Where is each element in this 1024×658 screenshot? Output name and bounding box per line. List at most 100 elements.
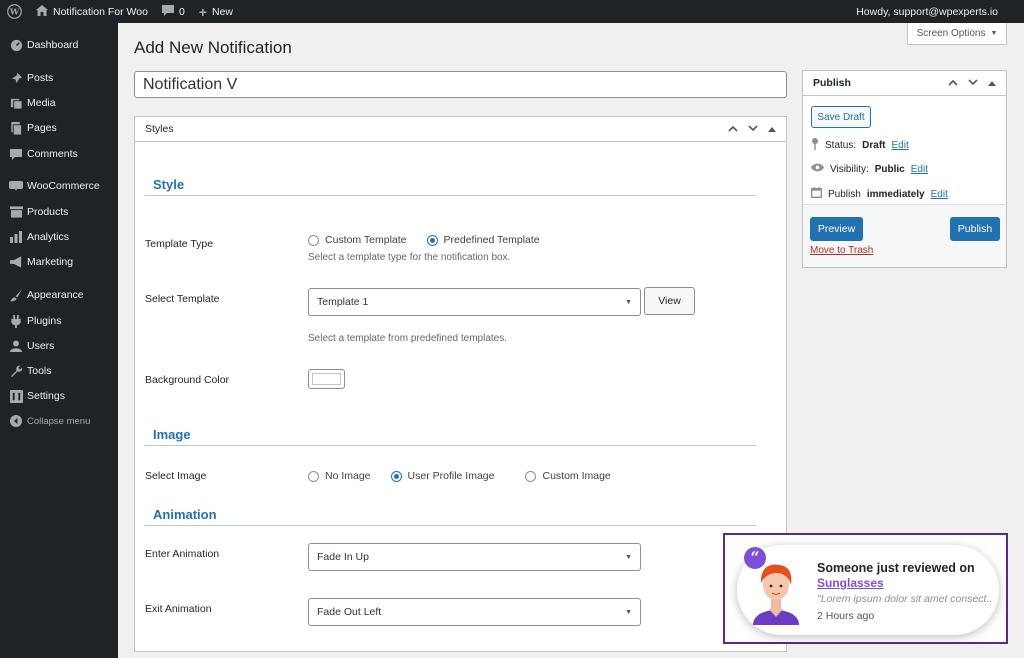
admin-sidebar: Dashboard Posts Media Pages Comments Woo… xyxy=(0,23,118,658)
move-to-trash-link[interactable]: Move to Trash xyxy=(810,245,873,256)
sidebar-item-media[interactable]: Media xyxy=(0,92,118,114)
enter-animation-label: Enter Animation xyxy=(145,548,220,560)
publish-date-row: Publish immediately Edit xyxy=(811,187,948,201)
toggle-panel-icon[interactable] xyxy=(768,124,776,135)
caret-down-icon: ▼ xyxy=(625,298,632,306)
comment-icon xyxy=(161,4,174,19)
sidebar-item-settings[interactable]: Settings xyxy=(0,385,118,407)
template-select-value: Template 1 xyxy=(317,296,369,308)
site-name: Notification For Woo xyxy=(53,5,148,18)
megaphone-icon xyxy=(6,256,26,268)
styles-metabox: Styles Style Template Type Custom Templa… xyxy=(134,116,787,652)
background-color-picker[interactable] xyxy=(308,369,345,389)
account-link[interactable]: Howdy, support@wpexperts.io xyxy=(849,0,1024,23)
predefined-template-radio[interactable] xyxy=(426,234,438,246)
media-icon xyxy=(6,97,26,110)
preview-button[interactable]: Preview xyxy=(810,217,863,241)
move-up-icon[interactable] xyxy=(728,124,738,135)
sidebar-item-label: Users xyxy=(27,340,55,352)
publish-metabox: Publish Save Draft Status: Draft Edit Vi… xyxy=(802,70,1007,268)
toggle-panel-icon[interactable] xyxy=(988,78,996,89)
wordpress-logo-icon[interactable]: W xyxy=(0,0,29,23)
sidebar-item-posts[interactable]: Posts xyxy=(0,67,118,89)
custom-template-radio[interactable] xyxy=(308,234,319,246)
sidebar-item-label: Products xyxy=(27,206,69,218)
notification-time: 2 Hours ago xyxy=(817,610,875,622)
no-image-label: No Image xyxy=(325,470,371,482)
home-icon xyxy=(36,4,48,19)
notification-review-text: "Lorem ipsum dolor sit amet consect... xyxy=(817,593,992,605)
comment-icon xyxy=(6,148,26,160)
status-row: Status: Draft Edit xyxy=(811,138,909,153)
publish-button[interactable]: Publish xyxy=(950,217,1000,241)
sidebar-item-comments[interactable]: Comments xyxy=(0,143,118,165)
sidebar-item-label: Tools xyxy=(27,365,52,377)
sidebar-item-dashboard[interactable]: Dashboard xyxy=(0,34,118,56)
style-section-title: Style xyxy=(153,177,185,192)
site-name-link[interactable]: Notification For Woo xyxy=(29,0,155,23)
plug-icon xyxy=(6,314,26,328)
move-up-icon[interactable] xyxy=(948,78,958,89)
sidebar-item-pages[interactable]: Pages xyxy=(0,117,118,139)
admin-bar: W Notification For Woo 0 + New Howdy, su… xyxy=(0,0,1024,23)
page-title: Add New Notification xyxy=(134,38,292,57)
wrench-icon xyxy=(6,365,26,378)
collapse-icon xyxy=(6,415,26,427)
move-down-icon[interactable] xyxy=(968,78,978,89)
brush-icon xyxy=(6,288,26,302)
edit-status-link[interactable]: Edit xyxy=(891,140,908,151)
pin-icon xyxy=(6,72,26,85)
template-select[interactable]: Template 1 ▼ xyxy=(308,288,641,316)
sidebar-item-users[interactable]: Users xyxy=(0,335,118,357)
user-profile-image-radio[interactable] xyxy=(390,470,402,482)
sidebar-item-marketing[interactable]: Marketing xyxy=(0,251,118,273)
edit-publish-date-link[interactable]: Edit xyxy=(931,189,948,200)
sidebar-item-analytics[interactable]: Analytics xyxy=(0,226,118,248)
no-image-radio[interactable] xyxy=(308,470,319,482)
sidebar-item-label: Posts xyxy=(27,72,54,84)
archive-icon xyxy=(6,206,26,218)
move-down-icon[interactable] xyxy=(748,124,758,135)
select-image-label: Select Image xyxy=(145,470,207,482)
plus-icon: + xyxy=(198,3,207,20)
sidebar-item-plugins[interactable]: Plugins xyxy=(0,310,118,332)
visibility-row: Visibility: Public Edit xyxy=(811,163,928,175)
custom-image-radio[interactable] xyxy=(525,470,537,482)
notification-product-link[interactable]: Sunglasses xyxy=(817,576,884,590)
enter-animation-select[interactable]: Fade In Up ▼ xyxy=(308,543,641,571)
pages-icon xyxy=(6,121,26,135)
screen-options-label: Screen Options xyxy=(916,28,986,39)
visibility-value: Public xyxy=(874,163,905,175)
comments-link[interactable]: 0 xyxy=(155,0,192,23)
image-section-title: Image xyxy=(153,427,191,442)
background-color-label: Background Color xyxy=(145,374,230,386)
sidebar-item-label: Appearance xyxy=(27,289,84,301)
view-template-button[interactable]: View xyxy=(644,287,695,315)
screen-options-button[interactable]: Screen Options ▼ xyxy=(907,23,1007,45)
styles-metabox-title: Styles xyxy=(145,123,174,135)
visibility-label: Visibility: xyxy=(830,163,869,175)
custom-template-label: Custom Template xyxy=(325,234,407,246)
enter-animation-value: Fade In Up xyxy=(317,551,369,563)
collapse-menu-button[interactable]: Collapse menu xyxy=(0,410,118,432)
post-title-input[interactable] xyxy=(134,71,787,98)
edit-visibility-link[interactable]: Edit xyxy=(911,164,928,175)
sidebar-item-label: Comments xyxy=(27,148,78,160)
status-label: Status: xyxy=(825,140,857,151)
sidebar-item-tools[interactable]: Tools xyxy=(0,360,118,382)
new-content-link[interactable]: + New xyxy=(192,0,240,23)
user-profile-image-label: User Profile Image xyxy=(407,470,495,482)
style-section-divider xyxy=(145,195,756,196)
animation-section-divider xyxy=(145,525,756,526)
svg-text:W: W xyxy=(9,7,20,17)
sidebar-item-appearance[interactable]: Appearance xyxy=(0,284,118,306)
new-label: New xyxy=(211,5,233,18)
sidebar-item-products[interactable]: Products xyxy=(0,201,118,223)
image-options: No Image User Profile Image Custom Image xyxy=(308,470,611,482)
save-draft-button[interactable]: Save Draft xyxy=(811,106,871,128)
sidebar-item-woocommerce[interactable]: WooCommerce xyxy=(0,175,118,197)
publish-actions: Preview Publish Move to Trash xyxy=(803,204,1006,267)
notification-preview-frame: “ Someone just reviewed on Sunglasses "L… xyxy=(723,533,1008,644)
caret-down-icon: ▼ xyxy=(625,608,632,616)
exit-animation-select[interactable]: Fade Out Left ▼ xyxy=(308,598,641,626)
